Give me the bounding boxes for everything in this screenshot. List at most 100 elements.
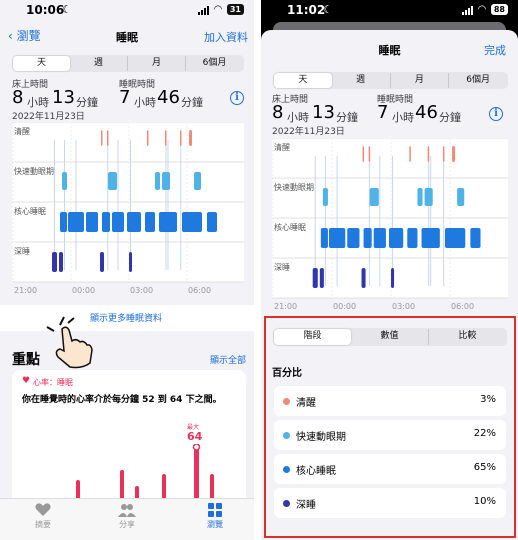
stage-bar	[320, 228, 328, 248]
stage-bar	[102, 212, 110, 232]
show-more-sleep-data-link[interactable]: 顯示更多睡眠資料	[90, 311, 162, 324]
hour-unit: 小時	[27, 96, 49, 109]
segment-month[interactable]: 月	[127, 56, 185, 71]
stage-bar	[421, 228, 440, 248]
status-bar: 11:02 ☾ ◠ 88	[261, 0, 518, 20]
stage-bar	[470, 228, 481, 248]
bed-minutes: 13	[312, 102, 335, 123]
stage-bar	[86, 212, 98, 232]
status-time: 11:02	[287, 3, 326, 17]
segment-week[interactable]: 週	[332, 73, 390, 88]
rem-dot	[283, 432, 290, 439]
x-tick-label: 21:00	[14, 286, 37, 295]
x-tick-label: 00:00	[72, 286, 95, 295]
tab-label: 摘要	[35, 520, 51, 529]
stage-name: 深睡	[296, 500, 316, 511]
stage-bar	[59, 252, 63, 272]
segment-values[interactable]: 數值	[351, 329, 428, 345]
segment-6months[interactable]: 6個月	[448, 73, 507, 88]
segment-week[interactable]: 週	[70, 56, 127, 71]
minute-unit: 分鐘	[439, 111, 461, 124]
segment-day[interactable]: 天	[13, 56, 70, 71]
stage-bar	[312, 268, 318, 288]
stage-bar	[207, 212, 217, 232]
segment-day[interactable]: 天	[274, 73, 332, 88]
tab-sharing[interactable]: 分享	[97, 503, 157, 530]
stage-percent: 10%	[473, 496, 496, 507]
core-dot	[283, 466, 290, 473]
deep-dot	[283, 500, 290, 507]
add-data-button[interactable]: 加入資料	[204, 29, 248, 45]
stage-bar	[424, 188, 433, 206]
stage-bar	[369, 188, 379, 206]
hour-unit: 小時	[392, 111, 414, 124]
show-all-button[interactable]: 顯示全部	[210, 353, 246, 366]
max-value: 64	[187, 430, 203, 443]
stage-bar	[180, 130, 182, 146]
stage-label: 深睡	[14, 247, 30, 256]
info-icon[interactable]: i	[489, 107, 503, 121]
asleep-minutes: 46	[157, 87, 180, 108]
stage-bar	[347, 228, 360, 248]
stage-bar	[145, 212, 155, 232]
stage-percent: 65%	[473, 462, 496, 473]
highlights-title: 重點	[12, 352, 40, 368]
percent-row-rem: 快速動眼期 22%	[274, 420, 506, 450]
percent-row-deep: 深睡 10%	[274, 488, 506, 518]
highlight-box: 階段 數值 比較 百分比 清醒 3% 快速動眼期 22% 核心睡眠 65% 深睡…	[264, 316, 516, 538]
stage-percent: 3%	[480, 394, 496, 405]
stage-bar	[427, 146, 430, 162]
heart-icon	[35, 503, 51, 516]
stage-bar	[328, 228, 346, 248]
minute-unit: 分鐘	[336, 111, 358, 124]
tap-hand-icon	[42, 313, 98, 369]
stage-bar	[108, 172, 117, 190]
stage-bar	[457, 188, 465, 206]
stage-bar	[322, 188, 328, 206]
awake-dot	[283, 398, 290, 405]
percent-row-awake: 清醒 3%	[274, 386, 506, 416]
battery-icon: 88	[490, 4, 508, 15]
highlight-card[interactable]: ♥ 心率：睡眠 你在睡覺時的心率介於每分鐘 52 到 64 下之間。 最大 64	[12, 370, 246, 510]
stage-bar	[182, 212, 202, 232]
stage-label: 清醒	[14, 126, 30, 136]
summary-date: 2022年11月23日	[12, 112, 85, 122]
tab-browse[interactable]: 瀏覽	[185, 503, 245, 530]
stage-bar	[407, 228, 418, 248]
stage-bar	[52, 252, 57, 272]
range-segmented-control[interactable]: 天 週 月 6個月	[273, 72, 508, 89]
stage-bar	[391, 268, 395, 288]
moon-icon: ☾	[323, 3, 333, 16]
range-segmented-control[interactable]: 天 週 月 6個月	[12, 55, 244, 72]
hour-unit: 小時	[134, 96, 156, 109]
stage-bar	[62, 172, 67, 190]
tab-summary[interactable]: 摘要	[13, 503, 73, 530]
asleep-hours: 7	[377, 102, 389, 123]
left-phone-screen: 10:06 ☾ ◠ 31 ‹ 瀏覽 睡眠 加入資料 天 週 月 6個月 床上時間…	[0, 0, 254, 540]
stage-bar	[147, 130, 149, 146]
stage-label: 快速動眼期	[274, 182, 314, 192]
stage-bar	[373, 228, 386, 248]
stage-bar	[127, 212, 141, 232]
signal-icon	[462, 5, 474, 15]
segment-6months[interactable]: 6個月	[185, 56, 243, 71]
info-icon[interactable]: i	[230, 91, 244, 105]
done-button[interactable]: 完成	[484, 42, 506, 58]
stage-label: 核心睡眠	[14, 206, 46, 216]
stage-label: 深睡	[274, 263, 290, 272]
x-tick-label: 03:00	[392, 302, 415, 311]
stage-bar	[409, 146, 411, 162]
stage-percent: 22%	[473, 428, 496, 439]
hr-max-dot	[192, 444, 201, 451]
bed-minutes: 13	[52, 87, 75, 108]
x-tick-label: 03:00	[130, 286, 153, 295]
people-icon	[118, 504, 136, 517]
segment-compare[interactable]: 比較	[428, 329, 506, 345]
stage-bar	[442, 146, 445, 162]
x-tick-label: 06:00	[451, 302, 474, 311]
segment-stages[interactable]: 階段	[274, 329, 351, 345]
segment-month[interactable]: 月	[389, 73, 449, 88]
tab-bar: 摘要 分享 瀏覽	[0, 498, 254, 540]
sleep-stage-chart: 21:00 00:00 03:00 06:00 清醒快速動眼期核心睡眠深睡	[272, 138, 508, 311]
view-segmented-control[interactable]: 階段 數值 比較	[273, 328, 507, 346]
